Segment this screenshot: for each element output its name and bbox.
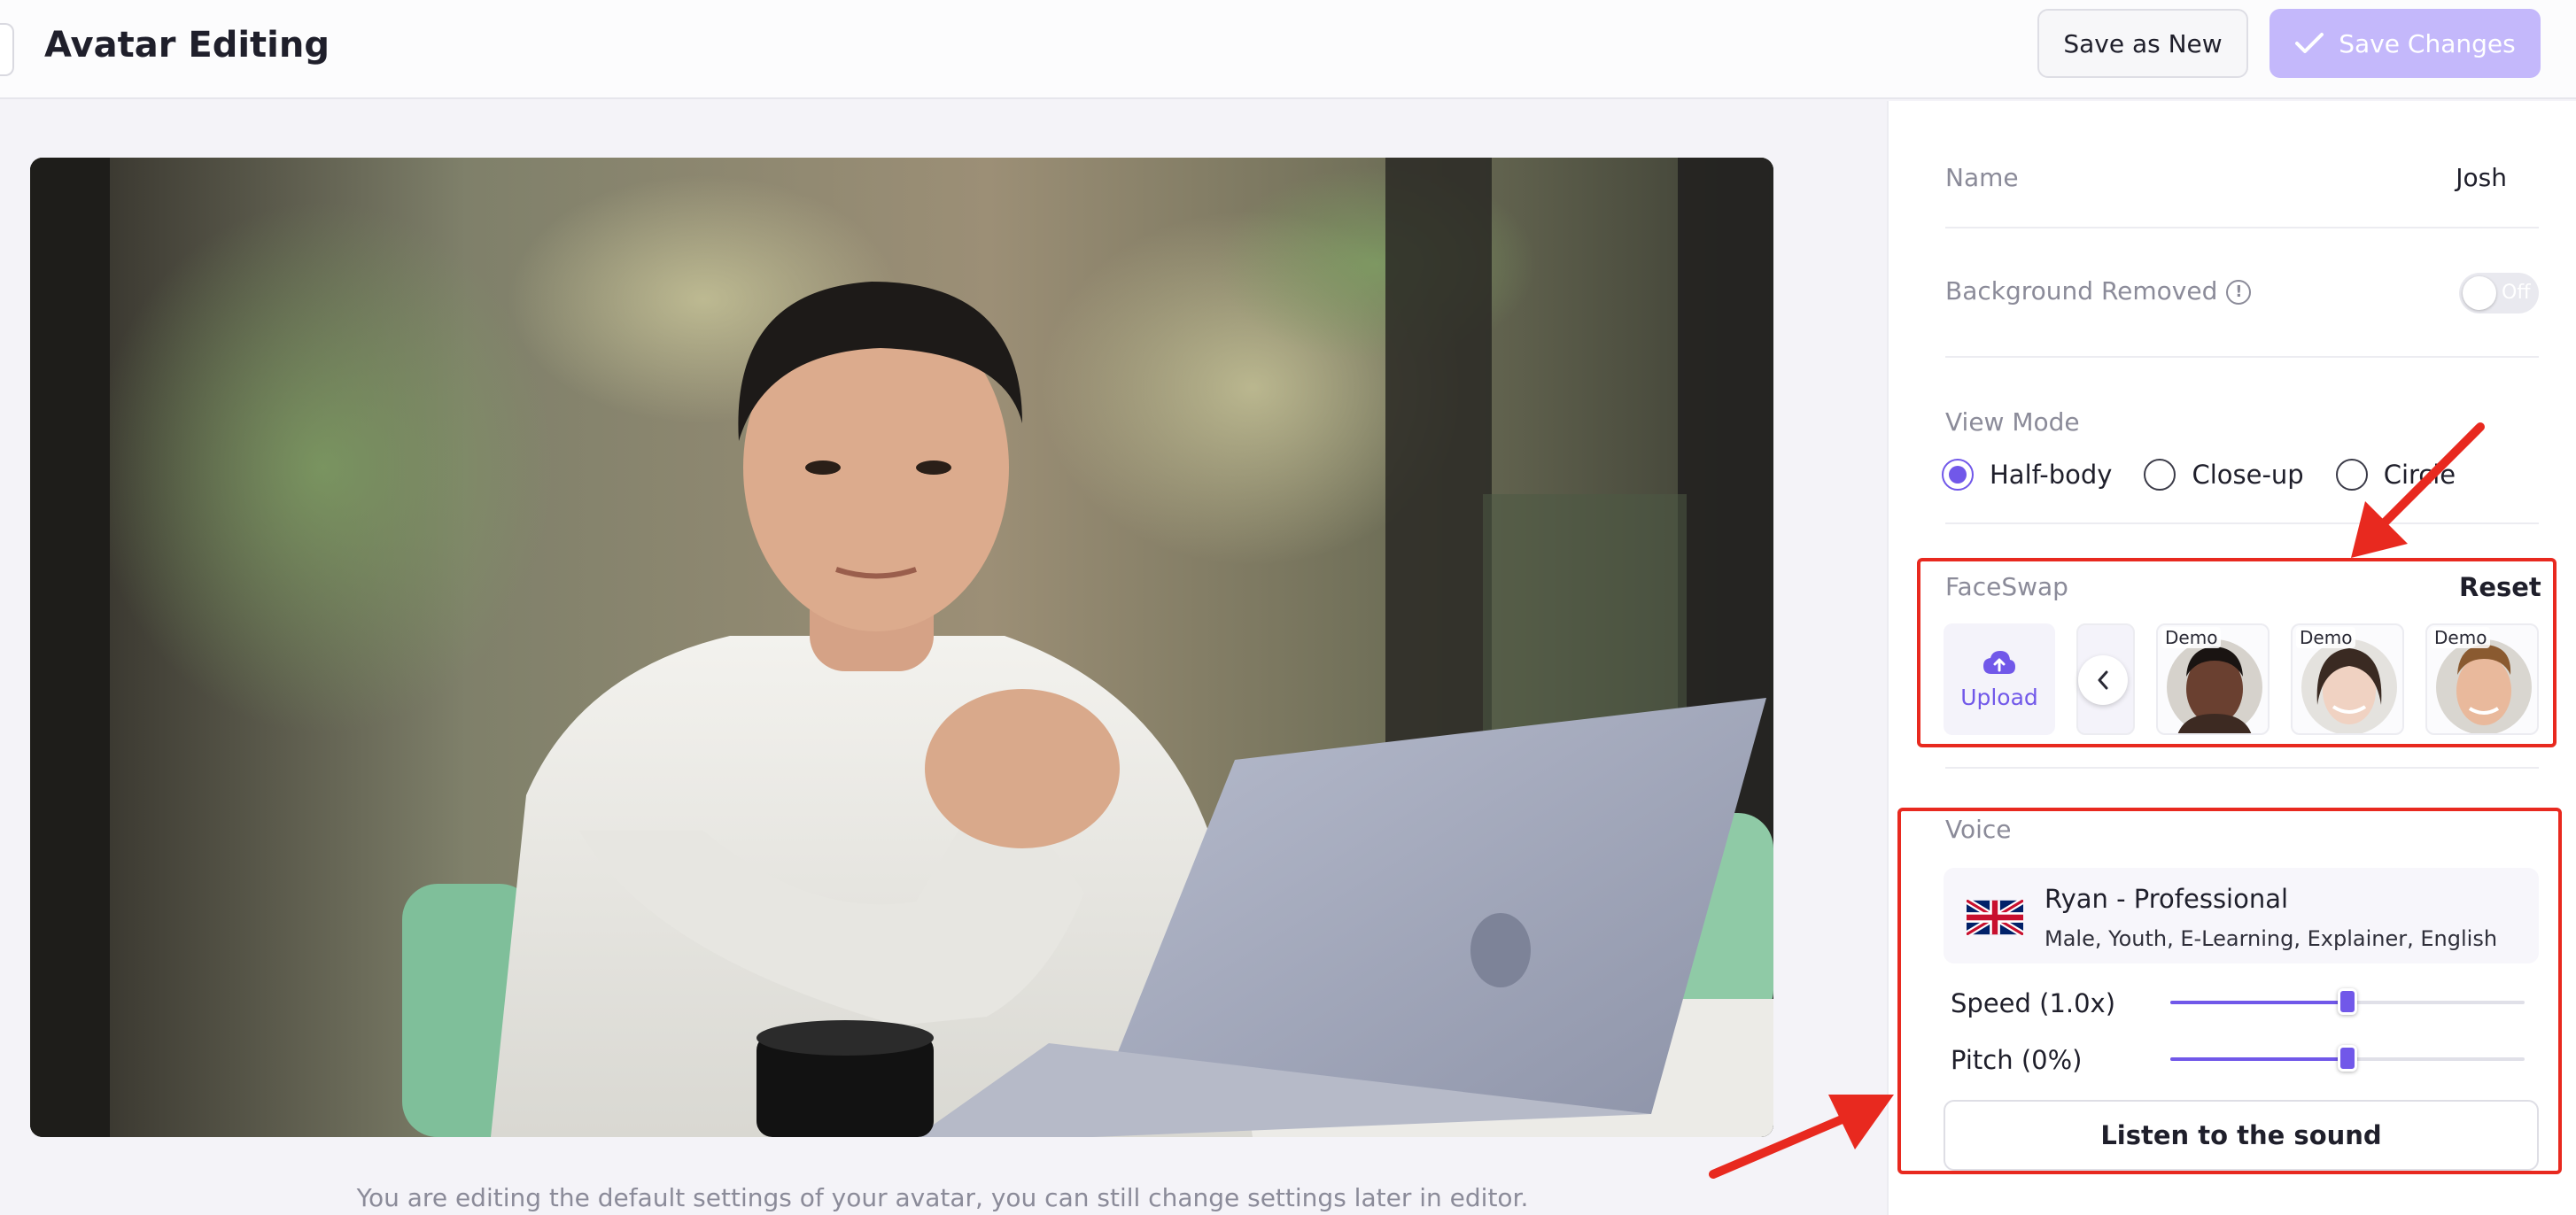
voice-label: Voice <box>1945 815 2012 844</box>
background-removed-row: Background Removed! <box>1945 276 2252 306</box>
uk-flag-icon <box>1967 900 2023 935</box>
speed-slider[interactable] <box>2170 988 2525 1015</box>
toggle-knob <box>2463 276 2496 310</box>
view-mode-label: View Mode <box>1945 407 2080 437</box>
radio-close-up[interactable]: Close-up <box>2144 459 2304 491</box>
name-label: Name <box>1945 163 2019 192</box>
faceswap-face-option[interactable]: Demo <box>2425 623 2539 735</box>
demo-tag: Demo <box>2161 627 2222 648</box>
save-changes-button[interactable]: Save Changes <box>2270 9 2541 78</box>
save-changes-label: Save Changes <box>2339 28 2516 58</box>
radio-unchecked-icon <box>2144 459 2176 491</box>
background-removed-toggle[interactable]: Off <box>2459 273 2539 313</box>
divider <box>1945 356 2539 358</box>
slider-thumb[interactable] <box>2338 988 2357 1015</box>
pitch-label: Pitch (0%) <box>1951 1045 2083 1075</box>
upload-label: Upload <box>1960 684 2038 710</box>
radio-circle[interactable]: Circle <box>2335 459 2456 491</box>
faceswap-label: FaceSwap <box>1945 572 2068 601</box>
toggle-state-label: Off <box>2502 282 2531 304</box>
background-removed-label: Background Removed <box>1945 276 2218 306</box>
divider <box>1945 227 2539 228</box>
voice-description: Male, Youth, E-Learning, Explainer, Engl… <box>2045 926 2498 951</box>
save-as-new-button[interactable]: Save as New <box>2037 9 2248 78</box>
faceswap-reset-button[interactable]: Reset <box>2459 572 2541 602</box>
chevron-left-icon <box>2098 670 2108 690</box>
slider-fill <box>2170 1001 2347 1004</box>
slider-thumb[interactable] <box>2338 1045 2357 1072</box>
radio-unchecked-icon <box>2335 459 2368 491</box>
faceswap-face-option[interactable]: Demo <box>2156 623 2270 735</box>
demo-tag: Demo <box>2296 627 2356 648</box>
top-bar: Avatar Editing Save as New Save Changes <box>0 0 2576 99</box>
radio-checked-icon <box>1942 459 1974 491</box>
page-title: Avatar Editing <box>44 25 330 66</box>
check-icon <box>2295 33 2324 53</box>
voice-name: Ryan - Professional <box>2045 884 2289 914</box>
voice-selector[interactable]: Ryan - Professional Male, Youth, E-Learn… <box>1944 868 2539 963</box>
faceswap-upload-button[interactable]: Upload <box>1944 623 2055 735</box>
radio-label: Circle <box>2383 460 2456 490</box>
speed-label: Speed (1.0x) <box>1951 988 2116 1018</box>
pitch-slider[interactable] <box>2170 1045 2525 1072</box>
radio-half-body[interactable]: Half-body <box>1942 459 2112 491</box>
divider <box>1945 522 2539 524</box>
radio-label: Close-up <box>2192 460 2304 490</box>
faceswap-face-option[interactable]: Demo <box>2291 623 2404 735</box>
divider <box>1945 767 2539 769</box>
listen-to-sound-button[interactable]: Listen to the sound <box>1944 1100 2539 1171</box>
avatar-preview-image <box>30 158 1773 1137</box>
editing-hint: You are editing the default settings of … <box>356 1183 1529 1212</box>
info-icon[interactable]: ! <box>2226 280 2252 305</box>
view-mode-radio-group: Half-body Close-up Circle <box>1942 459 2487 491</box>
cloud-upload-icon <box>1983 650 2015 674</box>
radio-label: Half-body <box>1990 460 2113 490</box>
demo-tag: Demo <box>2431 627 2491 648</box>
carousel-prev-button[interactable] <box>2078 655 2128 705</box>
name-value[interactable]: Josh <box>2456 163 2507 192</box>
back-button[interactable] <box>0 23 14 76</box>
slider-fill <box>2170 1057 2347 1061</box>
